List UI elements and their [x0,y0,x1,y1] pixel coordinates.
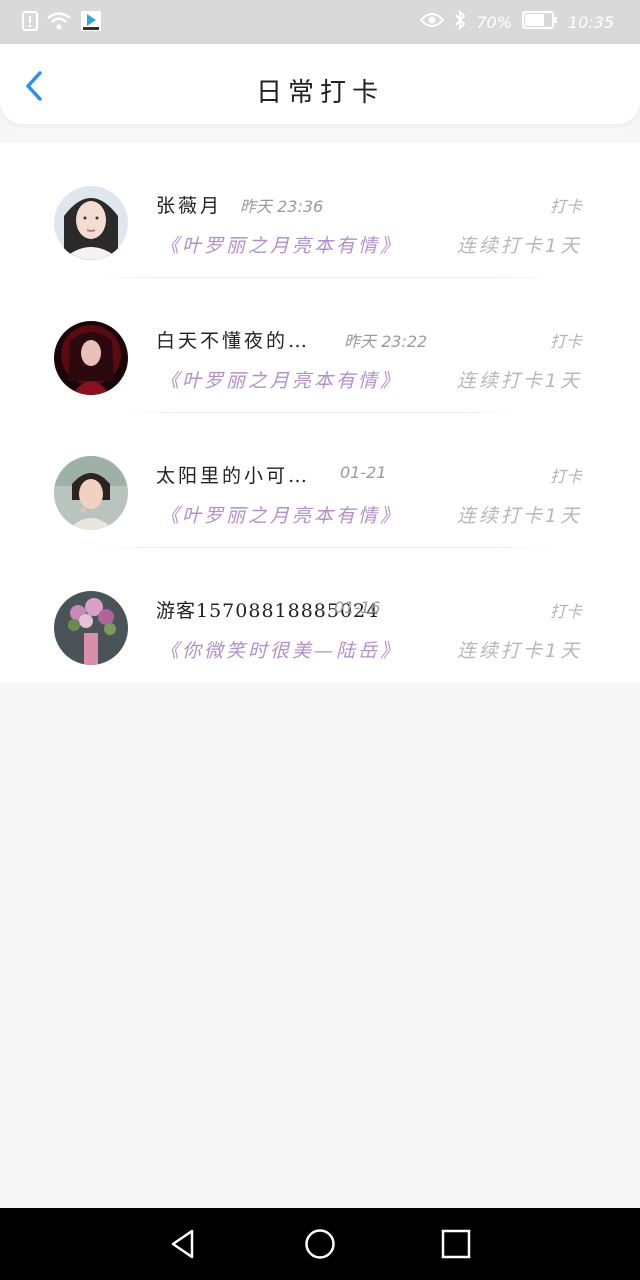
checkin-time: 昨天 23:22 [344,332,428,351]
streak-label: 连续打卡1天 [456,505,582,527]
nav-recents-button[interactable] [440,1228,472,1260]
alert-icon [22,11,38,35]
checkin-list: 张薇月 昨天 23:36 打卡 《叶罗丽之月亮本有情》 连续打卡1天 白天不懂夜… [0,143,640,683]
header: 日常打卡 [0,44,640,124]
book-title[interactable]: 《你微笑时很美—陆岳》 [160,636,402,663]
list-item[interactable]: 张薇月 昨天 23:36 打卡 《叶罗丽之月亮本有情》 连续打卡1天 [0,143,640,278]
avatar[interactable] [54,591,128,665]
book-title[interactable]: 《叶罗丽之月亮本有情》 [160,231,402,258]
list-item[interactable]: 白天不懂夜的… 昨天 23:22 打卡 《叶罗丽之月亮本有情》 连续打卡1天 [0,278,640,413]
book-title[interactable]: 《叶罗丽之月亮本有情》 [160,366,402,393]
avatar[interactable] [54,186,128,260]
nav-back-button[interactable] [168,1228,200,1260]
streak-label: 连续打卡1天 [456,235,582,257]
book-title[interactable]: 《叶罗丽之月亮本有情》 [160,501,402,528]
page-title: 日常打卡 [255,78,384,108]
app-badge-icon [80,10,102,36]
checkin-time: 昨天 23:36 [240,197,324,216]
wifi-icon [46,11,72,35]
avatar[interactable] [54,456,128,530]
recents-square-icon [441,1229,471,1259]
checkin-action: 打卡 [549,602,582,621]
list-item[interactable]: 太阳里的小可… 01-21 打卡 《叶罗丽之月亮本有情》 连续打卡1天 [0,413,640,548]
nav-bar [0,1208,640,1280]
eye-icon [419,12,445,32]
checkin-time: 01-21 [340,463,387,482]
battery-icon [521,11,558,33]
nav-home-button[interactable] [304,1228,336,1260]
streak-label: 连续打卡1天 [456,640,582,662]
streak-label: 连续打卡1天 [456,370,582,392]
status-bar: 70% 10:35 [0,0,640,44]
checkin-action: 打卡 [549,467,582,486]
back-triangle-icon [171,1229,194,1259]
checkin-action: 打卡 [549,332,582,351]
clock: 10:35 [567,12,614,32]
avatar[interactable] [54,321,128,395]
checkin-action: 打卡 [549,197,582,216]
home-circle-icon [305,1229,335,1259]
list-item[interactable]: 游客15708818885024 01-16 打卡 《你微笑时很美—陆岳》 连续… [0,548,640,683]
bluetooth-icon [454,9,466,34]
user-name: 太阳里的小可… [156,465,311,487]
battery-percent: 70% [476,12,512,32]
checkin-time: 01-16 [334,598,381,617]
user-name: 白天不懂夜的… [156,330,311,352]
user-name: 张薇月 [156,195,223,217]
